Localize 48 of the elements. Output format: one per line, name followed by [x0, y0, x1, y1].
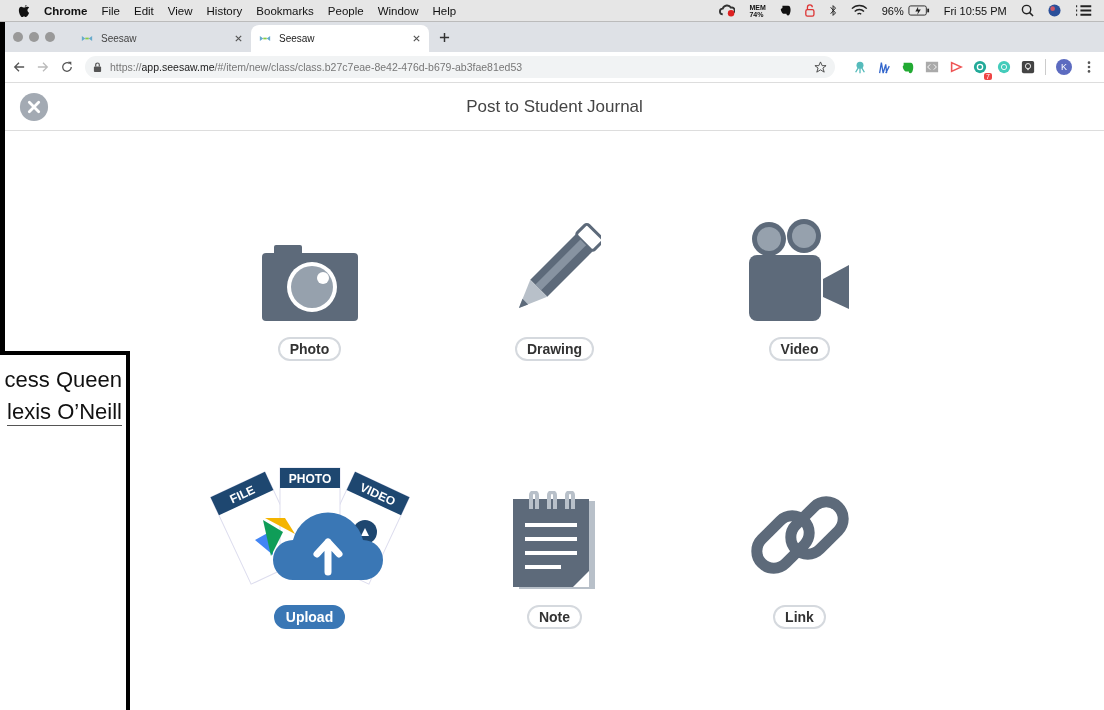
search-icon[interactable] [1020, 4, 1034, 17]
option-button[interactable]: Upload [273, 605, 346, 629]
apple-icon[interactable] [18, 3, 30, 18]
address-bar[interactable]: https://app.seesaw.me/#/item/new/class/class.b27c7eae-8e42-476d-b679-ab3fae81ed53 [85, 56, 835, 78]
clock[interactable]: Fri 10:55 PM [943, 4, 1007, 17]
browser-tab[interactable]: Seesaw [73, 25, 251, 52]
video-camera-icon[interactable] [748, 219, 851, 323]
name-text: lexis O’Neill [7, 399, 122, 426]
browser-tab[interactable]: Seesaw [251, 25, 429, 52]
menu-item[interactable]: View [167, 4, 193, 17]
menu-item[interactable]: Bookmarks [256, 4, 314, 17]
list-icon[interactable] [1074, 4, 1092, 17]
url-text: https://app.seesaw.me/#/item/new/class/class.b27c7eae-8e42-476d-b679-ab3fae81ed53 [110, 61, 523, 73]
battery-icon[interactable] [907, 5, 930, 16]
profile-avatar[interactable]: K [1056, 59, 1072, 75]
option-button[interactable]: Drawing [514, 337, 595, 361]
notepad-icon[interactable] [512, 491, 597, 591]
option-button[interactable]: Video [768, 337, 831, 361]
menu-item[interactable]: Help [432, 4, 457, 17]
camera-icon[interactable] [261, 243, 358, 323]
page-title: Post to Student Journal [466, 96, 643, 117]
lock-icon [93, 61, 102, 73]
cloud-icon[interactable] [718, 4, 736, 17]
new-tab-icon[interactable] [439, 32, 450, 43]
name-text: cess Queen [4, 367, 122, 393]
reload-icon[interactable] [61, 61, 73, 73]
tab-title: Seesaw [101, 33, 138, 44]
option-button[interactable]: Note [526, 605, 583, 629]
favicon-icon [81, 34, 93, 43]
close-icon[interactable] [412, 34, 421, 43]
menu-item[interactable]: Edit [134, 4, 154, 17]
menu-item[interactable]: Window [377, 4, 419, 17]
star-icon[interactable] [814, 60, 827, 74]
close-icon[interactable] [234, 34, 243, 43]
menu-item[interactable]: History [206, 4, 243, 17]
option-button[interactable]: Link [773, 605, 826, 629]
favicon-icon [259, 34, 271, 43]
app-menu[interactable]: Chrome [44, 4, 88, 17]
back-icon[interactable] [13, 61, 25, 73]
lock-icon[interactable] [805, 4, 815, 17]
bluetooth-icon[interactable] [828, 4, 837, 17]
option-button[interactable]: Photo [277, 337, 342, 361]
tab-title: Seesaw [279, 33, 316, 44]
menu-item[interactable]: File [101, 4, 120, 17]
play-icon[interactable] [949, 60, 963, 74]
menu-item[interactable]: People [327, 4, 364, 17]
battery-percent: 96% [881, 4, 904, 17]
wifi-icon[interactable] [850, 4, 868, 17]
